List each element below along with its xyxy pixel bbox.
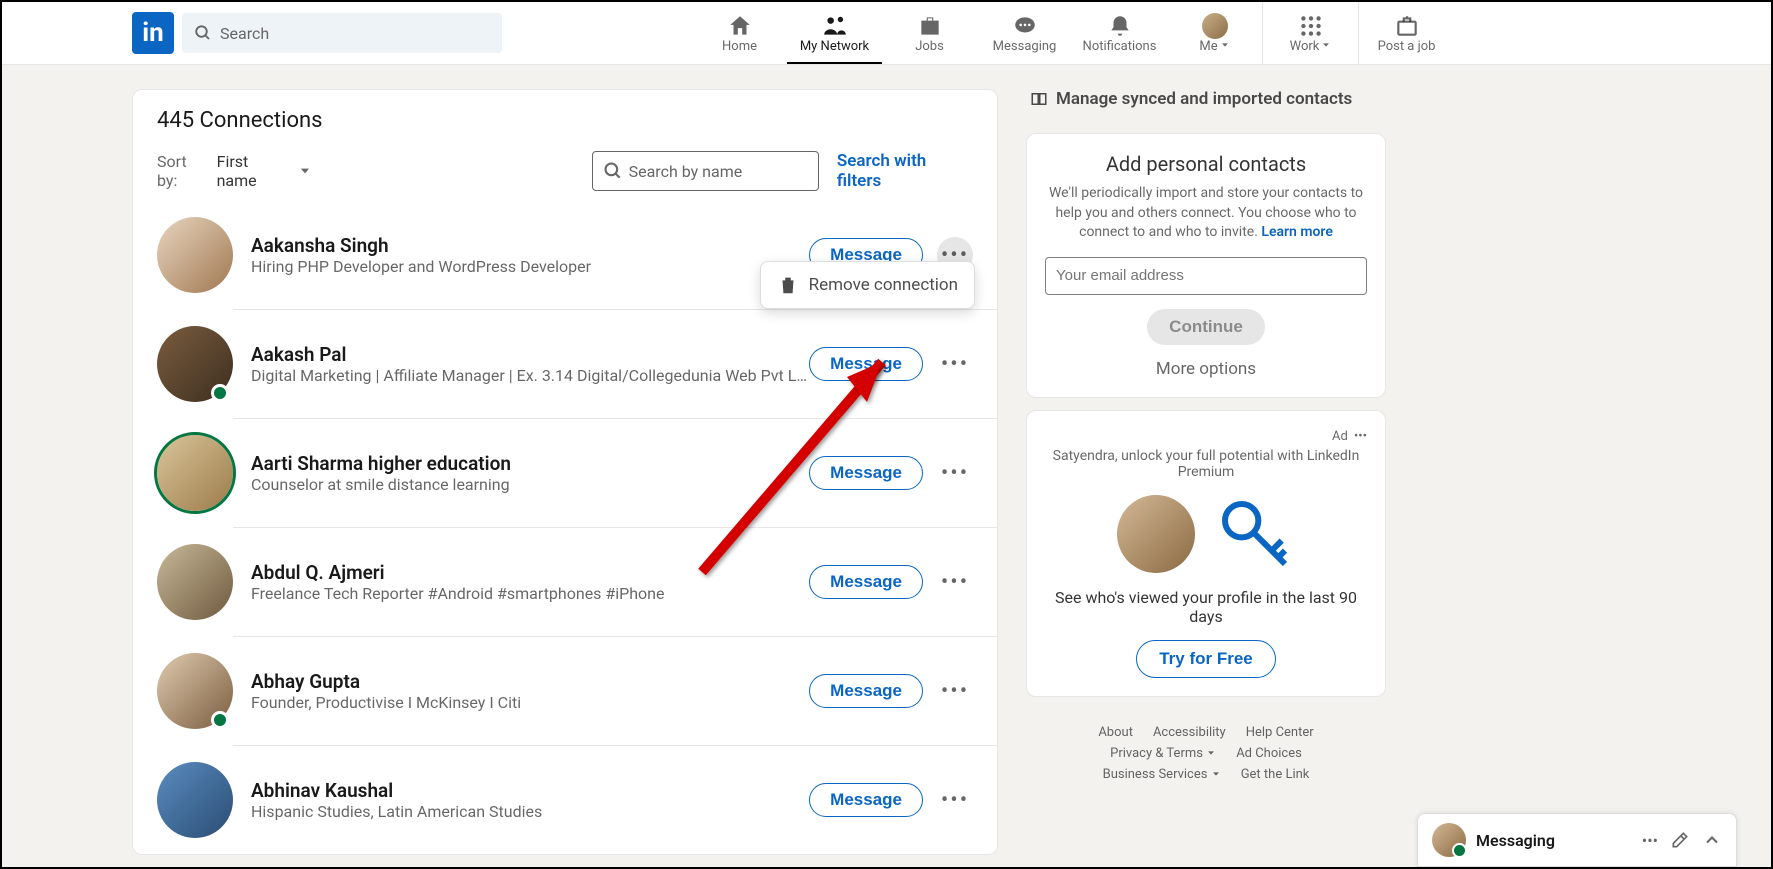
search-name-placeholder: Search by name xyxy=(629,162,743,181)
nav-post-a-job[interactable]: Post a job xyxy=(1359,2,1454,64)
try-for-free-button[interactable]: Try for Free xyxy=(1136,640,1276,678)
search-by-name-input[interactable]: Search by name xyxy=(592,151,819,191)
more-button[interactable]: ••• xyxy=(937,564,973,600)
chevron-up-icon[interactable] xyxy=(1702,830,1722,850)
message-button[interactable]: Message xyxy=(809,674,923,708)
linkedin-logo[interactable]: in xyxy=(132,12,174,54)
manage-contacts-link[interactable]: Manage synced and imported contacts xyxy=(1026,89,1386,121)
footer-link[interactable]: Privacy & Terms xyxy=(1110,746,1216,761)
nav-label: Post a job xyxy=(1378,39,1436,54)
footer-link[interactable]: Ad Choices xyxy=(1236,746,1302,761)
nav-home[interactable]: Home xyxy=(692,2,787,64)
nav-label: Notifications xyxy=(1083,39,1157,54)
add-contacts-card: Add personal contacts We'll periodically… xyxy=(1026,133,1386,398)
trash-icon xyxy=(777,274,799,296)
remove-label: Remove connection xyxy=(809,275,958,295)
search-with-filters-link[interactable]: Search with filters xyxy=(837,151,973,191)
nav-label: Me xyxy=(1199,39,1229,54)
connections-title: 445 Connections xyxy=(157,108,973,133)
connection-name[interactable]: Abhinav Kaushal xyxy=(251,779,809,802)
ad-avatar xyxy=(1117,495,1195,573)
nav-label: Messaging xyxy=(993,39,1057,54)
nav-notifications[interactable]: Notifications xyxy=(1072,2,1167,64)
connection-headline: Hiring PHP Developer and WordPress Devel… xyxy=(251,257,809,276)
add-contacts-desc: We'll periodically import and store your… xyxy=(1045,184,1367,243)
sort-label: Sort by: xyxy=(157,152,211,190)
nav-label: My Network xyxy=(800,39,869,54)
avatar[interactable] xyxy=(157,326,233,402)
search-placeholder: Search xyxy=(220,24,269,43)
add-contacts-title: Add personal contacts xyxy=(1045,152,1367,176)
nav-jobs[interactable]: Jobs xyxy=(882,2,977,64)
nav-messaging[interactable]: Messaging xyxy=(977,2,1072,64)
continue-button[interactable]: Continue xyxy=(1147,309,1265,345)
nav-icon xyxy=(1202,13,1228,39)
compose-icon[interactable] xyxy=(1670,830,1690,850)
messaging-bar[interactable]: Messaging ••• xyxy=(1417,813,1737,867)
ad-text: Satyendra, unlock your full potential wi… xyxy=(1045,448,1367,480)
manage-contacts-label: Manage synced and imported contacts xyxy=(1056,89,1352,109)
book-icon xyxy=(1030,90,1048,108)
connection-row: Abhay GuptaFounder, Productivise I McKin… xyxy=(133,637,997,745)
nav-me[interactable]: Me xyxy=(1167,2,1262,64)
global-search[interactable]: Search xyxy=(182,13,502,53)
messaging-avatar xyxy=(1432,823,1466,857)
footer-links: About Accessibility Help Center Privacy & T… xyxy=(1026,719,1386,788)
avatar[interactable] xyxy=(157,653,233,729)
sort-by[interactable]: Sort by: First name xyxy=(157,152,312,190)
search-icon xyxy=(603,161,623,181)
nav-icon xyxy=(727,13,753,39)
more-button[interactable]: ••• xyxy=(937,455,973,491)
nav-work[interactable]: Work xyxy=(1263,2,1358,64)
avatar[interactable] xyxy=(157,544,233,620)
caret-down-icon xyxy=(298,164,312,178)
nav-icon xyxy=(917,13,943,39)
sort-value: First name xyxy=(217,152,292,190)
footer-link[interactable]: About xyxy=(1098,725,1133,740)
more-button[interactable]: ••• xyxy=(937,346,973,382)
learn-more-link[interactable]: Learn more xyxy=(1261,224,1332,240)
annotation-arrow xyxy=(682,332,932,592)
message-button[interactable]: Message xyxy=(809,783,923,817)
remove-connection-menu[interactable]: Remove connection xyxy=(760,261,975,309)
connection-name[interactable]: Abhay Gupta xyxy=(251,670,809,693)
more-button[interactable]: ••• xyxy=(937,782,973,818)
more-button[interactable]: ••• xyxy=(937,673,973,709)
nav-items: Home My Network Jobs Messaging Notifications… xyxy=(692,2,1454,64)
connection-row: Abhinav KaushalHispanic Studies, Latin A… xyxy=(133,746,997,854)
footer-link[interactable]: Help Center xyxy=(1246,725,1314,740)
footer-link[interactable]: Accessibility xyxy=(1153,725,1226,740)
nav-label: Home xyxy=(722,39,757,54)
connection-headline: Founder, Productivise I McKinsey I Citi xyxy=(251,693,809,712)
avatar[interactable] xyxy=(157,217,233,293)
email-input[interactable] xyxy=(1045,257,1367,295)
nav-icon xyxy=(1107,13,1133,39)
connection-name[interactable]: Aakansha Singh xyxy=(251,234,809,257)
footer-link[interactable]: Get the Link xyxy=(1241,767,1310,782)
messaging-title: Messaging xyxy=(1476,831,1630,850)
messaging-more-icon[interactable]: ••• xyxy=(1642,831,1658,850)
nav-icon xyxy=(822,13,848,39)
ad-more-icon[interactable]: ••• xyxy=(1354,429,1367,444)
footer-link[interactable]: Business Services xyxy=(1103,767,1221,782)
key-icon xyxy=(1215,494,1295,574)
ad-label: Ad xyxy=(1332,429,1348,444)
avatar[interactable] xyxy=(157,435,233,511)
search-icon xyxy=(194,24,212,42)
top-nav: in Search Home My Network Jobs Messaging Not… xyxy=(2,2,1771,65)
nav-label: Jobs xyxy=(915,39,944,54)
nav-icon xyxy=(1394,13,1420,39)
connection-headline: Hispanic Studies, Latin American Studies xyxy=(251,802,809,821)
nav-icon xyxy=(1012,13,1038,39)
avatar[interactable] xyxy=(157,762,233,838)
nav-icon xyxy=(1298,13,1324,39)
ad-headline: See who's viewed your profile in the las… xyxy=(1045,588,1367,626)
more-options-link[interactable]: More options xyxy=(1045,359,1367,379)
nav-label: Work xyxy=(1290,39,1332,54)
connection-row: Aakansha SinghHiring PHP Developer and W… xyxy=(133,201,997,309)
premium-ad-card: Ad ••• Satyendra, unlock your full poten… xyxy=(1026,410,1386,697)
nav-my-network[interactable]: My Network xyxy=(787,2,882,64)
